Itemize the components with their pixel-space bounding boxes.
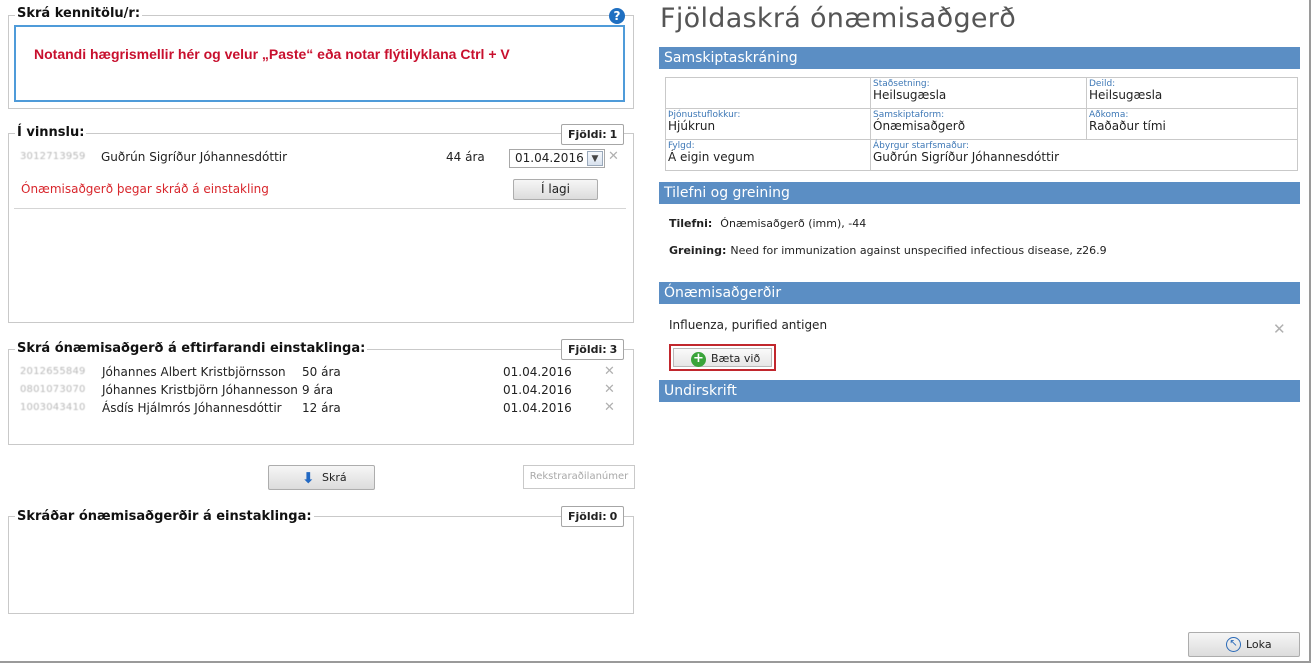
registered-title: Skráðar ónæmisaðgerðir á einstaklinga:	[15, 509, 314, 524]
kennitala-value: 1003043410	[20, 402, 86, 413]
person-age: 50 ára	[302, 365, 341, 379]
row-divider	[14, 208, 626, 209]
cell-value: Ónæmisaðgerð	[873, 119, 966, 133]
tilefni-row: Tilefni: Ónæmisaðgerð (imm), -44	[669, 217, 866, 230]
tilefni-label: Tilefni:	[669, 217, 713, 230]
kennitala-value: 2012655849	[20, 366, 86, 377]
count-label: Fjöldi:	[568, 510, 607, 523]
paste-instructions: Notandi hægrismellir hér og velur „Paste…	[34, 46, 510, 62]
count-label: Fjöldi:	[568, 343, 607, 356]
person-age: 12 ára	[302, 401, 341, 415]
person-date: 01.04.2016	[503, 401, 572, 415]
remove-icon[interactable]: ✕	[604, 399, 615, 417]
person-age: 44 ára	[446, 150, 485, 164]
remove-icon[interactable]: ✕	[604, 363, 615, 381]
cell-value: Hjúkrun	[668, 119, 716, 133]
download-arrow-icon: ⬇	[302, 469, 315, 487]
samskipti-cell: Samskiptaform: Ónæmisaðgerð	[870, 108, 1087, 140]
count-value: 3	[609, 343, 618, 356]
samskipti-cell-empty	[665, 77, 871, 109]
tilefni-header: Tilefni og greining	[659, 182, 1300, 204]
remove-icon[interactable]: ✕	[608, 148, 619, 166]
person-name: Jóhannes Albert Kristbjörnsson	[102, 365, 286, 379]
tilefni-value: Ónæmisaðgerð (imm), -44	[720, 217, 867, 230]
add-vaccine-button[interactable]: + Bæta við	[669, 344, 776, 371]
remove-icon[interactable]: ✕	[604, 381, 615, 399]
undirskrift-header: Undirskrift	[659, 380, 1300, 402]
samskipti-cell: Staðsetning: Heilsugæsla	[870, 77, 1087, 109]
kennitala-paste-area[interactable]: Notandi hægrismellir hér og velur „Paste…	[14, 25, 625, 102]
person-name: Guðrún Sigríður Jóhannesdóttir	[101, 150, 288, 164]
samskipti-cell: Deild: Heilsugæsla	[1086, 77, 1298, 109]
person-date: 01.04.2016	[503, 383, 572, 397]
samskipti-header: Samskiptaskráning	[659, 47, 1300, 69]
remove-vaccine-icon[interactable]: ✕	[1273, 320, 1286, 338]
close-button-label: Loka	[1246, 638, 1272, 651]
kennitala-value: 0801073070	[20, 384, 86, 395]
cell-value: Guðrún Sigríður Jóhannesdóttir	[873, 150, 1060, 164]
person-name: Jóhannes Kristbjörn Jóhannesson	[102, 383, 298, 397]
samskipti-table: Staðsetning: Heilsugæsla Deild: Heilsugæ…	[665, 77, 1298, 171]
greining-value: Need for immunization against unspecifie…	[730, 244, 1107, 257]
date-select[interactable]: 01.04.2016 ▼	[509, 149, 605, 168]
register-button-label: Skrá	[322, 471, 347, 484]
cell-value: Heilsugæsla	[1089, 88, 1163, 102]
count-value: 1	[609, 128, 618, 141]
back-circle-icon: ↖	[1226, 637, 1241, 652]
vaccine-item: Influenza, purified antigen	[669, 318, 828, 332]
samskipti-cell: Aðkoma: Raðaður tími	[1086, 108, 1298, 140]
samskipti-cell: Ábyrgur starfsmaður: Guðrún Sigríður Jóh…	[870, 139, 1298, 171]
add-button-label: Bæta við	[711, 352, 761, 365]
pending-title: Skrá ónæmisaðgerð á eftirfarandi einstak…	[15, 341, 368, 356]
already-registered-warning: Ónæmisaðgerð þegar skráð á einstakling	[21, 182, 269, 196]
add-vaccine-button-inner: + Bæta við	[673, 348, 772, 367]
help-icon[interactable]: ?	[609, 8, 625, 24]
samskipti-cell: Fylgd: Á eigin vegum	[665, 139, 871, 171]
plus-icon: +	[691, 352, 706, 367]
batch-number-input[interactable]: Rekstraraðilanúmer	[523, 465, 635, 489]
close-button[interactable]: ↖ Loka	[1188, 632, 1300, 657]
pending-row: 2012655849 Jóhannes Albert Kristbjörnsso…	[20, 363, 625, 381]
pending-count: Fjöldi: 3	[561, 339, 625, 360]
pending-row: 1003043410 Ásdís Hjálmrós Jóhannesdóttir…	[20, 399, 625, 417]
registered-panel	[8, 516, 634, 614]
page-title: Fjöldaskrá ónæmisaðgerð	[660, 3, 1017, 34]
person-date: 01.04.2016	[503, 365, 572, 379]
ok-button[interactable]: Í lagi	[513, 179, 598, 200]
cell-value: Heilsugæsla	[873, 88, 947, 102]
count-value: 0	[609, 510, 618, 523]
person-age: 9 ára	[302, 383, 334, 397]
cell-value: Raðaður tími	[1089, 119, 1166, 133]
register-button[interactable]: ⬇ Skrá	[268, 465, 375, 490]
chevron-down-icon[interactable]: ▼	[587, 151, 603, 166]
greining-row: Greining: Need for immunization against u…	[669, 244, 1107, 257]
in-progress-title: Í vinnslu:	[15, 125, 87, 140]
in-progress-count: Fjöldi: 1	[561, 124, 625, 145]
registered-count: Fjöldi: 0	[561, 506, 625, 527]
samskipti-cell: Þjónustuflokkur: Hjúkrun	[665, 108, 871, 140]
person-name: Ásdís Hjálmrós Jóhannesdóttir	[102, 401, 282, 415]
pending-row: 0801073070 Jóhannes Kristbjörn Jóhanness…	[20, 381, 625, 399]
cell-value: Á eigin vegum	[668, 150, 755, 164]
kennitala-title: Skrá kennitölu/r:	[15, 6, 143, 21]
count-label: Fjöldi:	[568, 128, 607, 141]
onaemis-header: Ónæmisaðgerðir	[659, 282, 1300, 304]
greining-label: Greining:	[669, 244, 727, 257]
kennitala-value: 3012713959	[20, 151, 86, 162]
date-value: 01.04.2016	[515, 151, 584, 165]
